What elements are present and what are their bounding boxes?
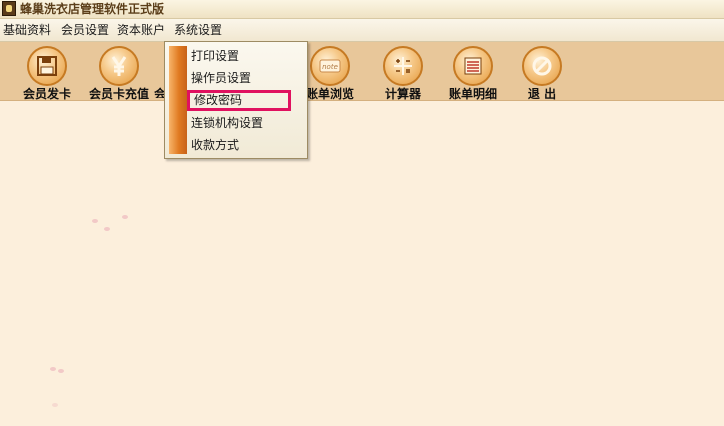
calculator-button[interactable]: 计算器 bbox=[368, 44, 438, 101]
exit-icon bbox=[522, 46, 562, 86]
bill-details-button[interactable]: 账单明细 bbox=[438, 44, 508, 101]
toolbar-label: 退 出 bbox=[527, 87, 557, 101]
note-icon: note bbox=[310, 46, 350, 86]
menu-bar: 基础资料 会员设置 资本账户 系统设置 bbox=[0, 19, 724, 42]
toolbar-label: 会员发卡 bbox=[22, 87, 71, 101]
decorative-petal bbox=[92, 219, 98, 223]
menu-item-operator-settings[interactable]: 操作员设置 bbox=[191, 68, 301, 88]
dropdown-side-bar bbox=[169, 46, 187, 154]
window-title: 蜂巢洗衣店管理软件正式版 bbox=[20, 2, 165, 16]
issue-member-card-button[interactable]: 会员发卡 bbox=[12, 44, 82, 101]
menu-item-print-settings[interactable]: 打印设置 bbox=[191, 46, 301, 66]
toolbar-label: 计算器 bbox=[384, 87, 421, 101]
decorative-petal bbox=[58, 369, 64, 373]
toolbar: 会员发卡 会员卡充值 会 note 账单浏览 计算器 账单明细 退 出 bbox=[0, 42, 724, 101]
decorative-petal bbox=[50, 367, 56, 371]
menu-system-settings[interactable]: 系统设置 bbox=[173, 19, 223, 41]
menu-item-chain-settings[interactable]: 连锁机构设置 bbox=[191, 113, 301, 133]
decorative-petal bbox=[122, 215, 128, 219]
menu-item-payment-methods[interactable]: 收款方式 bbox=[191, 135, 301, 155]
system-settings-dropdown: 打印设置 操作员设置 修改密码 连锁机构设置 收款方式 bbox=[164, 41, 308, 159]
menu-item-change-password[interactable]: 修改密码 bbox=[187, 90, 291, 111]
floppy-icon bbox=[27, 46, 67, 86]
toolbar-label: 账单明细 bbox=[448, 87, 497, 101]
main-content-area bbox=[0, 101, 724, 426]
calculator-icon bbox=[383, 46, 423, 86]
title-bar: 蜂巢洗衣店管理软件正式版 bbox=[0, 0, 724, 19]
menu-basic-data[interactable]: 基础资料 bbox=[2, 19, 52, 41]
menu-capital-account[interactable]: 资本账户 bbox=[116, 19, 166, 41]
exit-button[interactable]: 退 出 bbox=[507, 44, 577, 101]
list-icon bbox=[453, 46, 493, 86]
decorative-petal bbox=[52, 403, 58, 407]
decorative-petal bbox=[104, 227, 110, 231]
menu-member-settings[interactable]: 会员设置 bbox=[60, 19, 110, 41]
app-icon bbox=[2, 1, 16, 16]
svg-text:note: note bbox=[322, 63, 338, 71]
